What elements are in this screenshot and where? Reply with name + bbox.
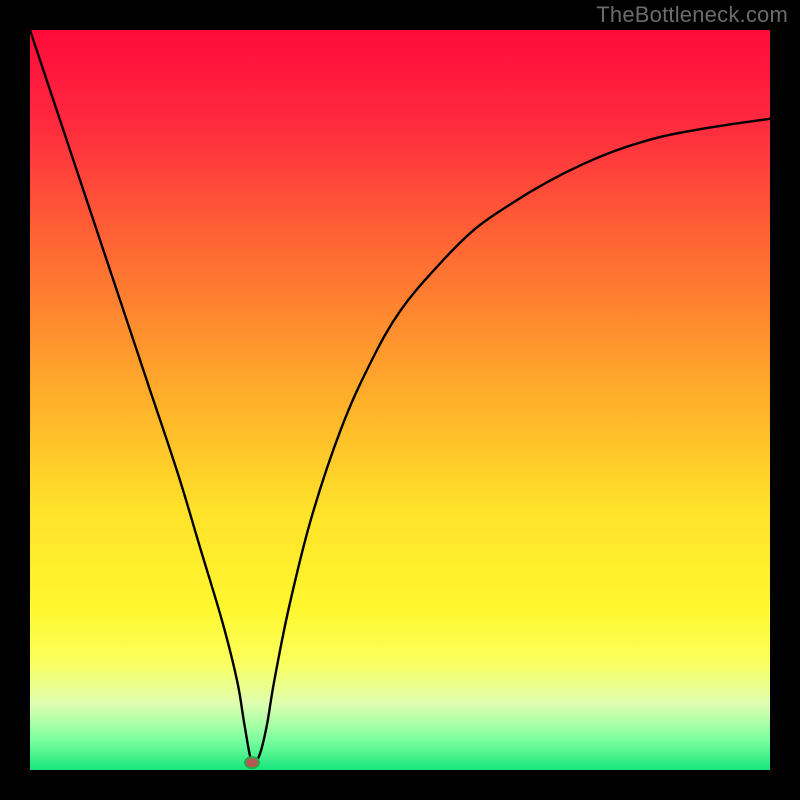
- chart-frame: TheBottleneck.com: [0, 0, 800, 800]
- plot-area: [30, 30, 770, 770]
- watermark-text: TheBottleneck.com: [596, 2, 788, 28]
- min-point-marker: [245, 757, 259, 768]
- gradient-background: [30, 30, 770, 770]
- plot-svg: [30, 30, 770, 770]
